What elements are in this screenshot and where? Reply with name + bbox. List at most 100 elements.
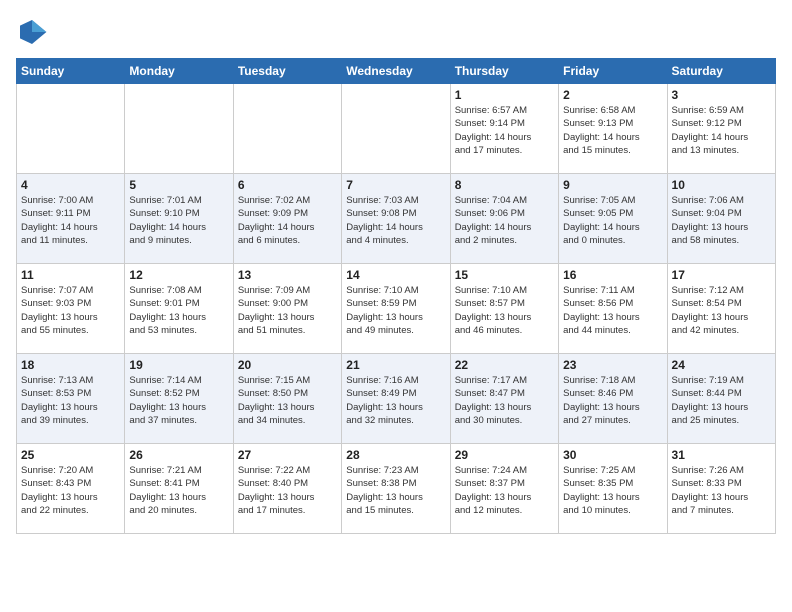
calendar-cell: 14 Sunrise: 7:10 AM Sunset: 8:59 PM Dayli… <box>342 264 450 354</box>
calendar-cell: 17Sunrise: 7:12 AM Sunset: 8:54 PM Dayli… <box>667 264 775 354</box>
calendar-cell <box>342 84 450 174</box>
calendar-cell: 27 Sunrise: 7:22 AM Sunset: 8:40 PM Dayli… <box>233 444 341 534</box>
day-number: 30 <box>563 448 662 462</box>
day-info: Sunrise: 7:17 AM Sunset: 8:47 PM Dayligh… <box>455 374 554 427</box>
logo <box>16 16 52 48</box>
calendar-cell: 12 Sunrise: 7:08 AM Sunset: 9:01 PM Dayli… <box>125 264 233 354</box>
logo-icon <box>16 16 48 48</box>
day-number: 9 <box>563 178 662 192</box>
day-number: 20 <box>238 358 337 372</box>
day-info: Sunrise: 7:01 AM Sunset: 9:10 PM Dayligh… <box>129 194 228 247</box>
day-number: 28 <box>346 448 445 462</box>
calendar-cell: 23 Sunrise: 7:18 AM Sunset: 8:46 PM Dayli… <box>559 354 667 444</box>
calendar-day-header: Sunday <box>17 59 125 84</box>
day-number: 17 <box>672 268 771 282</box>
day-number: 11 <box>21 268 120 282</box>
calendar-cell: 2 Sunrise: 6:58 AM Sunset: 9:13 PM Daylig… <box>559 84 667 174</box>
calendar-cell: 24 Sunrise: 7:19 AM Sunset: 8:44 PM Dayli… <box>667 354 775 444</box>
calendar-cell: 30 Sunrise: 7:25 AM Sunset: 8:35 PM Dayli… <box>559 444 667 534</box>
day-number: 12 <box>129 268 228 282</box>
calendar-cell: 11Sunrise: 7:07 AM Sunset: 9:03 PM Dayli… <box>17 264 125 354</box>
calendar-cell: 28 Sunrise: 7:23 AM Sunset: 8:38 PM Dayli… <box>342 444 450 534</box>
day-info: Sunrise: 7:08 AM Sunset: 9:01 PM Dayligh… <box>129 284 228 337</box>
day-number: 27 <box>238 448 337 462</box>
calendar-day-header: Wednesday <box>342 59 450 84</box>
day-number: 10 <box>672 178 771 192</box>
day-number: 26 <box>129 448 228 462</box>
day-info: Sunrise: 7:11 AM Sunset: 8:56 PM Dayligh… <box>563 284 662 337</box>
day-number: 22 <box>455 358 554 372</box>
day-info: Sunrise: 6:58 AM Sunset: 9:13 PM Dayligh… <box>563 104 662 157</box>
calendar-cell: 18 Sunrise: 7:13 AM Sunset: 8:53 PM Dayli… <box>17 354 125 444</box>
day-number: 15 <box>455 268 554 282</box>
calendar-day-header: Thursday <box>450 59 558 84</box>
calendar-week-row: 1 Sunrise: 6:57 AM Sunset: 9:14 PM Daylig… <box>17 84 776 174</box>
header <box>16 16 776 48</box>
calendar-week-row: 4Sunrise: 7:00 AM Sunset: 9:11 PM Daylig… <box>17 174 776 264</box>
day-info: Sunrise: 6:57 AM Sunset: 9:14 PM Dayligh… <box>455 104 554 157</box>
day-info: Sunrise: 7:13 AM Sunset: 8:53 PM Dayligh… <box>21 374 120 427</box>
day-info: Sunrise: 7:14 AM Sunset: 8:52 PM Dayligh… <box>129 374 228 427</box>
calendar-day-header: Saturday <box>667 59 775 84</box>
day-number: 1 <box>455 88 554 102</box>
calendar-cell <box>233 84 341 174</box>
day-number: 24 <box>672 358 771 372</box>
day-number: 21 <box>346 358 445 372</box>
day-info: Sunrise: 7:15 AM Sunset: 8:50 PM Dayligh… <box>238 374 337 427</box>
day-info: Sunrise: 7:10 AM Sunset: 8:57 PM Dayligh… <box>455 284 554 337</box>
day-info: Sunrise: 7:20 AM Sunset: 8:43 PM Dayligh… <box>21 464 120 517</box>
calendar-cell: 8 Sunrise: 7:04 AM Sunset: 9:06 PM Daylig… <box>450 174 558 264</box>
day-number: 29 <box>455 448 554 462</box>
calendar-cell: 19 Sunrise: 7:14 AM Sunset: 8:52 PM Dayli… <box>125 354 233 444</box>
calendar-week-row: 11Sunrise: 7:07 AM Sunset: 9:03 PM Dayli… <box>17 264 776 354</box>
day-info: Sunrise: 7:04 AM Sunset: 9:06 PM Dayligh… <box>455 194 554 247</box>
day-number: 2 <box>563 88 662 102</box>
day-number: 7 <box>346 178 445 192</box>
calendar-cell: 29 Sunrise: 7:24 AM Sunset: 8:37 PM Dayli… <box>450 444 558 534</box>
day-number: 3 <box>672 88 771 102</box>
day-info: Sunrise: 7:06 AM Sunset: 9:04 PM Dayligh… <box>672 194 771 247</box>
calendar-cell <box>17 84 125 174</box>
day-info: Sunrise: 7:03 AM Sunset: 9:08 PM Dayligh… <box>346 194 445 247</box>
calendar-day-header: Friday <box>559 59 667 84</box>
calendar-header-row: SundayMondayTuesdayWednesdayThursdayFrid… <box>17 59 776 84</box>
day-info: Sunrise: 7:05 AM Sunset: 9:05 PM Dayligh… <box>563 194 662 247</box>
calendar-table: SundayMondayTuesdayWednesdayThursdayFrid… <box>16 58 776 534</box>
day-number: 5 <box>129 178 228 192</box>
calendar-cell: 6Sunrise: 7:02 AM Sunset: 9:09 PM Daylig… <box>233 174 341 264</box>
calendar-cell: 26 Sunrise: 7:21 AM Sunset: 8:41 PM Dayli… <box>125 444 233 534</box>
day-number: 14 <box>346 268 445 282</box>
calendar-cell: 5 Sunrise: 7:01 AM Sunset: 9:10 PM Daylig… <box>125 174 233 264</box>
day-number: 31 <box>672 448 771 462</box>
day-info: Sunrise: 7:22 AM Sunset: 8:40 PM Dayligh… <box>238 464 337 517</box>
day-info: Sunrise: 7:18 AM Sunset: 8:46 PM Dayligh… <box>563 374 662 427</box>
day-info: Sunrise: 7:24 AM Sunset: 8:37 PM Dayligh… <box>455 464 554 517</box>
calendar-cell: 9 Sunrise: 7:05 AM Sunset: 9:05 PM Daylig… <box>559 174 667 264</box>
calendar-cell: 21 Sunrise: 7:16 AM Sunset: 8:49 PM Dayli… <box>342 354 450 444</box>
day-number: 19 <box>129 358 228 372</box>
calendar-cell: 25Sunrise: 7:20 AM Sunset: 8:43 PM Dayli… <box>17 444 125 534</box>
calendar-cell: 10 Sunrise: 7:06 AM Sunset: 9:04 PM Dayli… <box>667 174 775 264</box>
calendar-cell: 31Sunrise: 7:26 AM Sunset: 8:33 PM Dayli… <box>667 444 775 534</box>
calendar-cell: 22 Sunrise: 7:17 AM Sunset: 8:47 PM Dayli… <box>450 354 558 444</box>
day-info: Sunrise: 7:09 AM Sunset: 9:00 PM Dayligh… <box>238 284 337 337</box>
calendar-cell: 3 Sunrise: 6:59 AM Sunset: 9:12 PM Daylig… <box>667 84 775 174</box>
day-info: Sunrise: 7:10 AM Sunset: 8:59 PM Dayligh… <box>346 284 445 337</box>
day-number: 23 <box>563 358 662 372</box>
calendar-cell: 7 Sunrise: 7:03 AM Sunset: 9:08 PM Daylig… <box>342 174 450 264</box>
day-info: Sunrise: 7:21 AM Sunset: 8:41 PM Dayligh… <box>129 464 228 517</box>
calendar-cell: 13 Sunrise: 7:09 AM Sunset: 9:00 PM Dayli… <box>233 264 341 354</box>
day-number: 8 <box>455 178 554 192</box>
calendar-day-header: Monday <box>125 59 233 84</box>
calendar-cell: 20 Sunrise: 7:15 AM Sunset: 8:50 PM Dayli… <box>233 354 341 444</box>
day-info: Sunrise: 6:59 AM Sunset: 9:12 PM Dayligh… <box>672 104 771 157</box>
day-number: 13 <box>238 268 337 282</box>
day-number: 18 <box>21 358 120 372</box>
day-number: 6 <box>238 178 337 192</box>
day-info: Sunrise: 7:19 AM Sunset: 8:44 PM Dayligh… <box>672 374 771 427</box>
calendar-cell: 15 Sunrise: 7:10 AM Sunset: 8:57 PM Dayli… <box>450 264 558 354</box>
day-info: Sunrise: 7:23 AM Sunset: 8:38 PM Dayligh… <box>346 464 445 517</box>
day-number: 16 <box>563 268 662 282</box>
day-info: Sunrise: 7:16 AM Sunset: 8:49 PM Dayligh… <box>346 374 445 427</box>
day-info: Sunrise: 7:25 AM Sunset: 8:35 PM Dayligh… <box>563 464 662 517</box>
